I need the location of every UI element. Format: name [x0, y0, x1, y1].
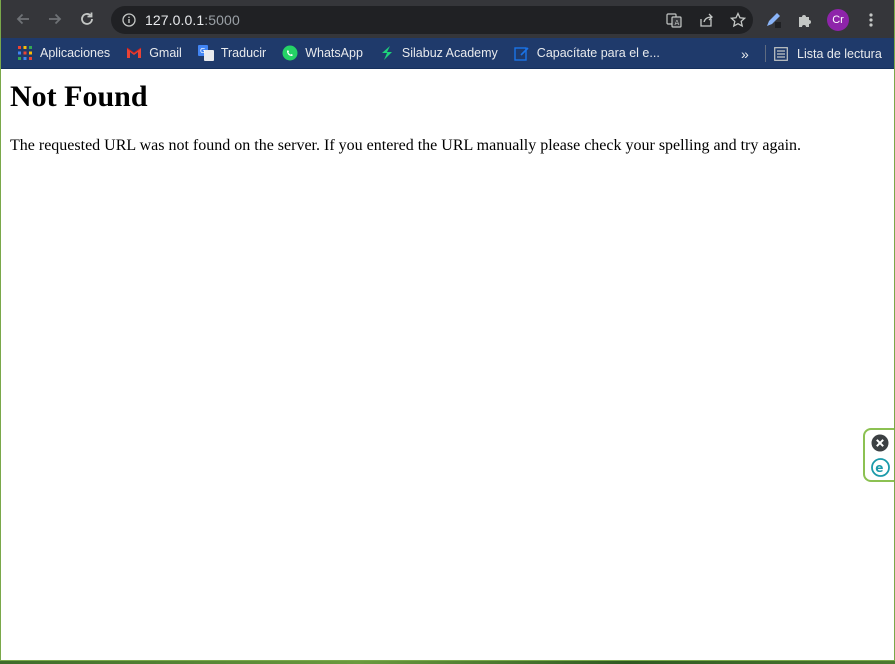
back-button[interactable]: [8, 4, 38, 34]
more-bookmarks-button[interactable]: »: [741, 38, 749, 69]
browser-window: 127.0.0.1:5000 A Cr Aplicaciones Gmail G…: [0, 0, 895, 661]
bookmark-silabuz[interactable]: Silabuz Academy: [373, 40, 504, 66]
translate-icon[interactable]: A: [665, 11, 683, 29]
extension-logo-icon[interactable]: e: [871, 458, 890, 477]
silabuz-icon: [379, 45, 395, 61]
reading-list-label: Lista de lectura: [797, 46, 882, 61]
bookmark-label: WhatsApp: [305, 46, 363, 60]
bookmarks-bar: Aplicaciones Gmail G Traducir WhatsApp S…: [1, 38, 894, 69]
bookmark-traducir[interactable]: G Traducir: [192, 40, 272, 66]
bookmarks-divider: [765, 45, 766, 62]
whatsapp-icon: [282, 45, 298, 61]
info-icon[interactable]: [121, 12, 137, 28]
bookmark-label: Capacítate para el e...: [536, 46, 660, 60]
pen-icon[interactable]: [763, 10, 783, 30]
url-port: :5000: [204, 12, 240, 28]
address-bar-actions: A: [665, 6, 747, 34]
reload-icon: [81, 12, 93, 25]
apps-grid-icon: [17, 45, 33, 61]
reading-list-button[interactable]: Lista de lectura: [773, 38, 882, 69]
url-text[interactable]: 127.0.0.1:5000: [145, 12, 240, 28]
browser-toolbar: 127.0.0.1:5000 A Cr: [1, 0, 894, 38]
bookmark-capacitate[interactable]: Capacítate para el e...: [508, 40, 666, 66]
close-icon[interactable]: [871, 434, 889, 452]
address-bar[interactable]: 127.0.0.1:5000 A: [111, 6, 753, 34]
edit-doc-icon: [514, 45, 530, 61]
reload-button[interactable]: [72, 4, 102, 34]
bookmark-label: Traducir: [220, 46, 267, 60]
bookmark-label: Silabuz Academy: [401, 46, 498, 60]
floating-extension-widget: e: [863, 428, 894, 482]
gmail-icon: [126, 45, 142, 61]
bookmark-gmail[interactable]: Gmail: [120, 40, 188, 66]
page-title: Not Found: [10, 80, 148, 113]
star-icon[interactable]: [729, 11, 747, 29]
page-content: Not Found The requested URL was not foun…: [10, 80, 884, 156]
error-message: The requested URL was not found on the s…: [10, 137, 802, 154]
arrow-right-icon: [49, 13, 62, 25]
svg-text:G: G: [200, 47, 205, 55]
share-icon[interactable]: [697, 11, 715, 29]
kebab-menu-icon[interactable]: [861, 10, 881, 30]
puzzle-icon[interactable]: [795, 10, 815, 30]
profile-avatar[interactable]: Cr: [827, 9, 849, 31]
translate-icon: G: [197, 45, 214, 61]
url-host: 127.0.0.1: [145, 12, 205, 28]
arrow-left-icon: [16, 13, 29, 25]
reading-list-icon: [773, 46, 789, 62]
forward-button[interactable]: [40, 4, 70, 34]
toolbar-right-actions: Cr: [763, 8, 881, 32]
bookmark-label: Aplicaciones: [40, 46, 111, 60]
svg-text:A: A: [675, 19, 680, 27]
bookmark-label: Gmail: [149, 46, 182, 60]
svg-text:e: e: [875, 461, 883, 475]
bookmark-apps[interactable]: Aplicaciones: [11, 40, 116, 66]
bookmark-whatsapp[interactable]: WhatsApp: [276, 40, 369, 66]
